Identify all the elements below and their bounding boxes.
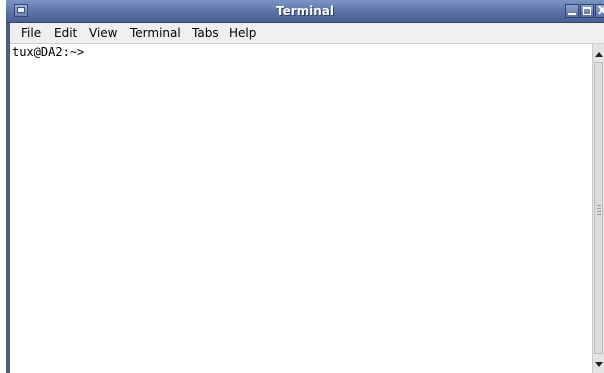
shell-prompt: tux@DA2:~> [12, 45, 85, 59]
title-bar[interactable]: Terminal X [6, 0, 604, 23]
menu-file[interactable]: File [21, 23, 41, 43]
window-title: Terminal [275, 4, 335, 18]
grip-icon [597, 205, 601, 215]
menu-bar: File Edit View Terminal Tabs Help [10, 23, 604, 44]
close-icon: X [597, 4, 604, 17]
menu-help[interactable]: Help [229, 23, 256, 43]
terminal-output-area[interactable]: tux@DA2:~> [10, 44, 592, 373]
terminal-window: Terminal X File Edit View Terminal Tabs … [0, 0, 604, 373]
minimize-button[interactable] [565, 4, 579, 18]
scroll-down-icon[interactable] [594, 360, 604, 370]
menu-tabs[interactable]: Tabs [192, 23, 219, 43]
close-button[interactable]: X [595, 4, 604, 18]
maximize-button[interactable] [580, 4, 594, 18]
menu-terminal[interactable]: Terminal [130, 23, 181, 43]
menu-edit[interactable]: Edit [54, 23, 77, 43]
scroll-up-icon[interactable] [594, 50, 604, 60]
scrollbar-thumb[interactable] [594, 62, 603, 354]
menu-view[interactable]: View [89, 23, 117, 43]
vertical-scrollbar[interactable] [592, 44, 604, 373]
